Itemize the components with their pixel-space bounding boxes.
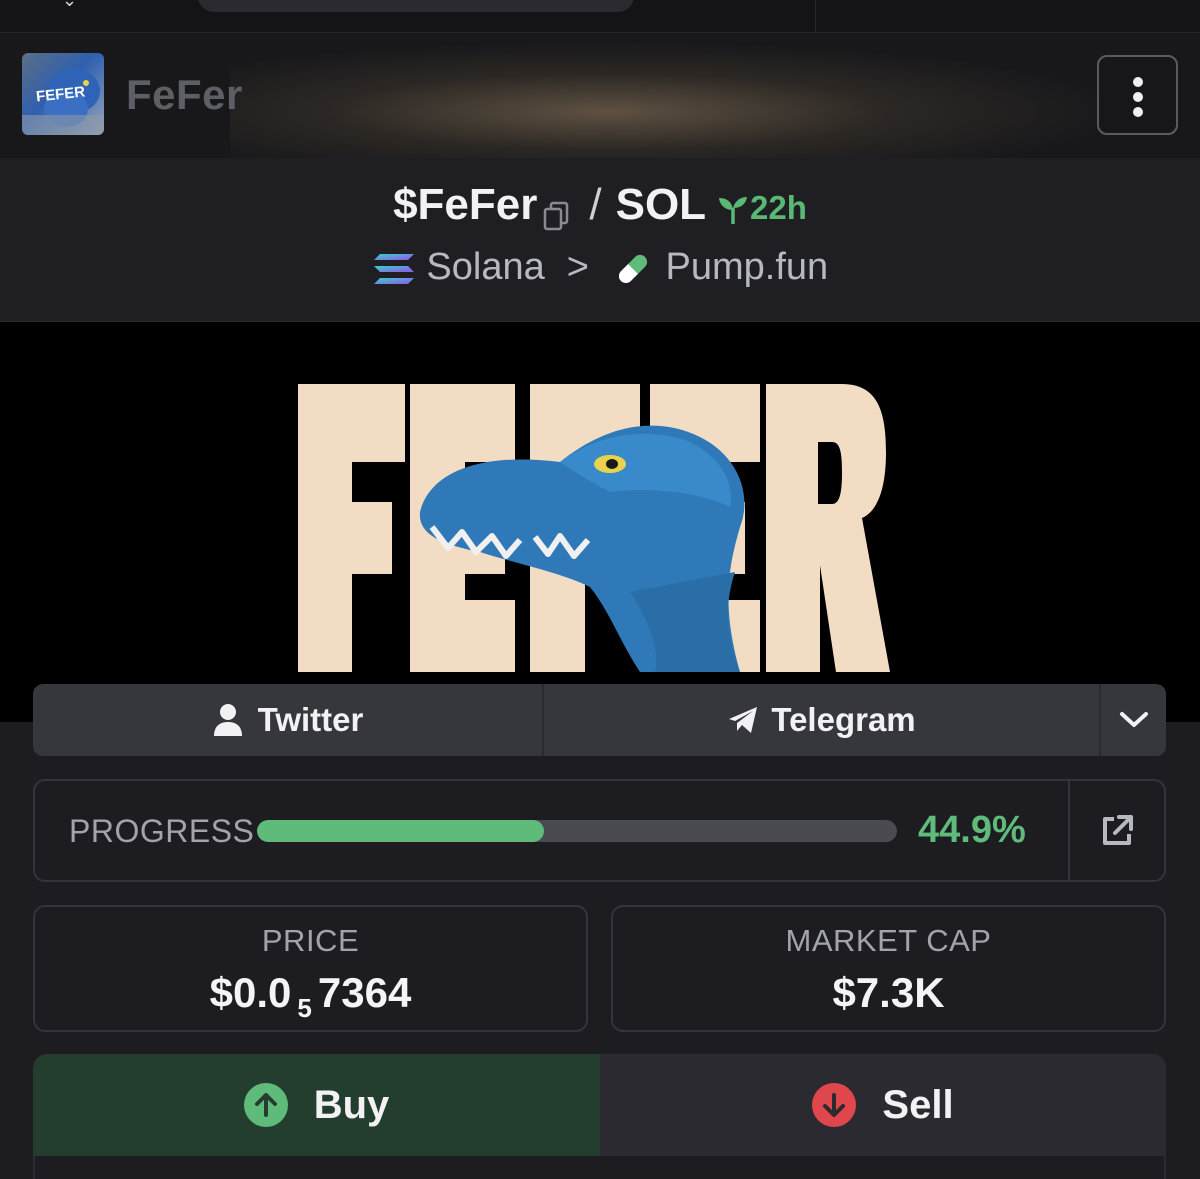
social-links: Twitter Telegram xyxy=(33,684,1166,756)
progress-divider xyxy=(1068,781,1070,880)
progress-fill xyxy=(257,820,545,842)
token-avatar: FEFER xyxy=(22,53,104,135)
copy-icon[interactable] xyxy=(543,192,569,231)
twitter-button[interactable]: Twitter xyxy=(33,684,542,756)
market-cap-label: MARKET CAP xyxy=(785,923,992,958)
quote-symbol: SOL xyxy=(615,180,707,229)
buy-label: Buy xyxy=(313,1082,390,1127)
solana-icon xyxy=(373,253,414,284)
letter-r xyxy=(766,384,890,672)
pair-info: $FeFer / SOL 22h Solana > Pump.fun xyxy=(0,158,1200,322)
dot-icon xyxy=(1133,92,1143,102)
token-header: FEFER FeFer xyxy=(0,33,1200,158)
sell-label: Sell xyxy=(882,1082,954,1127)
progress-value: 44.9% xyxy=(918,809,1026,851)
pair-slash: / xyxy=(589,180,602,229)
chain-breadcrumb: Solana > Pump.fun xyxy=(0,246,1200,289)
external-link-icon[interactable] xyxy=(1099,813,1135,849)
progress-track xyxy=(257,820,897,842)
price-card: PRICE $0.0 5 7364 xyxy=(33,905,588,1032)
trade-panel xyxy=(35,1156,1164,1179)
buy-tab[interactable]: Buy xyxy=(33,1054,600,1156)
sell-tab[interactable]: Sell xyxy=(600,1054,1166,1156)
price-value: $0.0 5 7364 xyxy=(35,969,586,1024)
telegram-label: Telegram xyxy=(771,701,916,738)
token-banner xyxy=(0,322,1200,722)
top-bar: ⌄ xyxy=(0,0,1200,33)
price-label: PRICE xyxy=(261,923,360,958)
progress-label: PROGRESS xyxy=(69,813,255,849)
user-icon xyxy=(213,704,242,736)
dot-icon xyxy=(1133,77,1143,87)
expand-links-button[interactable] xyxy=(1101,684,1166,756)
chevron-down-icon[interactable]: ⌄ xyxy=(62,0,82,9)
pair-age-text: 22h xyxy=(750,189,807,226)
header-backdrop xyxy=(230,41,1130,158)
search-bar[interactable] xyxy=(198,0,634,12)
token-name: FeFer xyxy=(126,71,243,118)
price-zero-count: 5 xyxy=(297,993,312,1023)
pill-icon xyxy=(616,252,650,286)
dot-icon xyxy=(1133,107,1143,117)
dex-name[interactable]: Pump.fun xyxy=(666,246,829,288)
twitter-label: Twitter xyxy=(257,701,364,738)
top-divider xyxy=(815,0,816,33)
more-menu-button[interactable] xyxy=(1097,55,1178,135)
bonding-progress: PROGRESS 44.9% xyxy=(33,779,1166,882)
chevron-down-icon xyxy=(1119,712,1148,727)
price-digits: 7364 xyxy=(317,969,412,1016)
market-cap-value: $7.3K xyxy=(832,969,945,1016)
trade-tabs: Buy Sell xyxy=(33,1054,1166,1179)
base-symbol: $FeFer xyxy=(393,180,538,229)
telegram-icon xyxy=(729,707,758,733)
banner-image xyxy=(298,384,890,672)
telegram-button[interactable]: Telegram xyxy=(544,684,1099,756)
arrow-down-icon xyxy=(812,1083,857,1127)
chain-name[interactable]: Solana xyxy=(426,246,544,288)
arrow-up-icon xyxy=(243,1083,288,1127)
letter-f1 xyxy=(298,384,405,672)
price-prefix: $0.0 xyxy=(209,969,292,1016)
breadcrumb-separator: > xyxy=(566,246,589,288)
market-cap-card: MARKET CAP $7.3K xyxy=(611,905,1166,1032)
sprout-icon xyxy=(719,197,748,225)
pair-age: 22h xyxy=(716,189,807,226)
pair-title: $FeFer / SOL 22h xyxy=(0,180,1200,231)
